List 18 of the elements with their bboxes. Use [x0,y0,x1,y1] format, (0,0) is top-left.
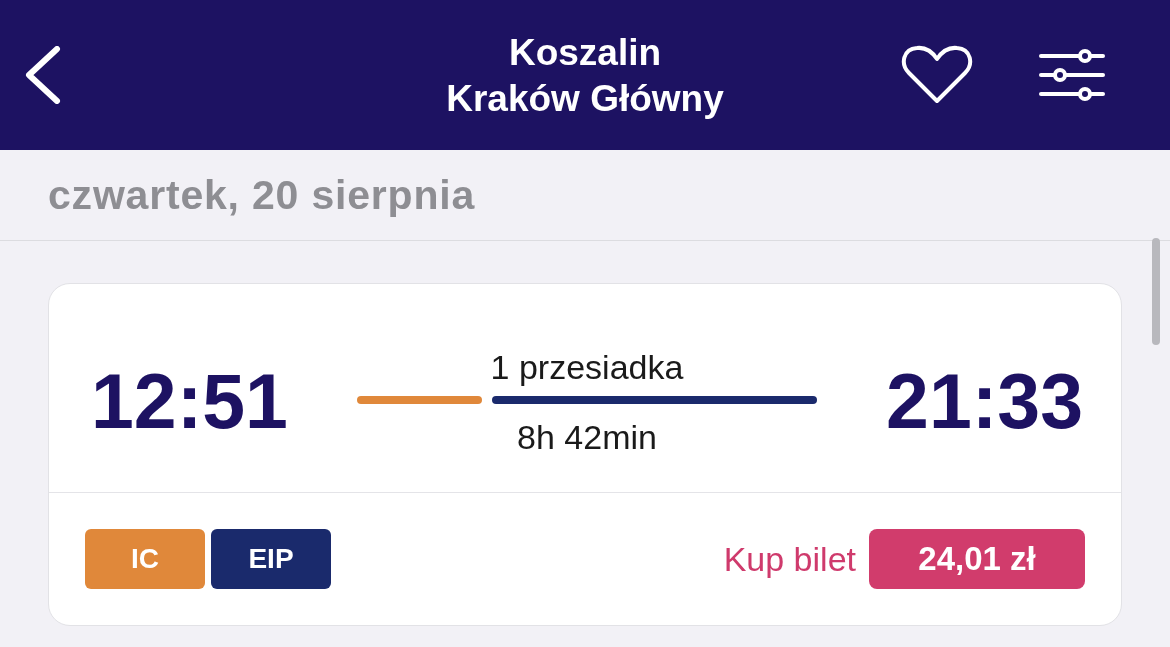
back-chevron-icon [24,46,62,104]
arrival-time: 21:33 [886,362,1083,440]
back-button[interactable] [24,46,62,104]
train-category-tag: IC [85,529,205,589]
date-heading: czwartek, 20 sierpnia [48,171,476,219]
travel-duration: 8h 42min [517,417,657,456]
filter-button[interactable] [1039,49,1105,101]
connection-card[interactable]: 12:51 1 przesiadka 8h 42min 21:33 IC EIP Kup bilet 24,01 zł [48,283,1122,626]
departure-time: 12:51 [91,362,288,440]
heart-icon [901,45,973,105]
filter-sliders-icon [1039,49,1105,101]
train-category-tag: EIP [211,529,331,589]
origin-station: Koszalin [508,31,662,75]
favorite-button[interactable] [901,45,973,105]
price-button[interactable]: 24,01 zł [869,529,1085,589]
buy-ticket-link[interactable]: Kup bilet [723,539,856,579]
transfers-count: 1 przesiadka [490,347,684,386]
destination-station: Kraków Główny [446,77,724,121]
